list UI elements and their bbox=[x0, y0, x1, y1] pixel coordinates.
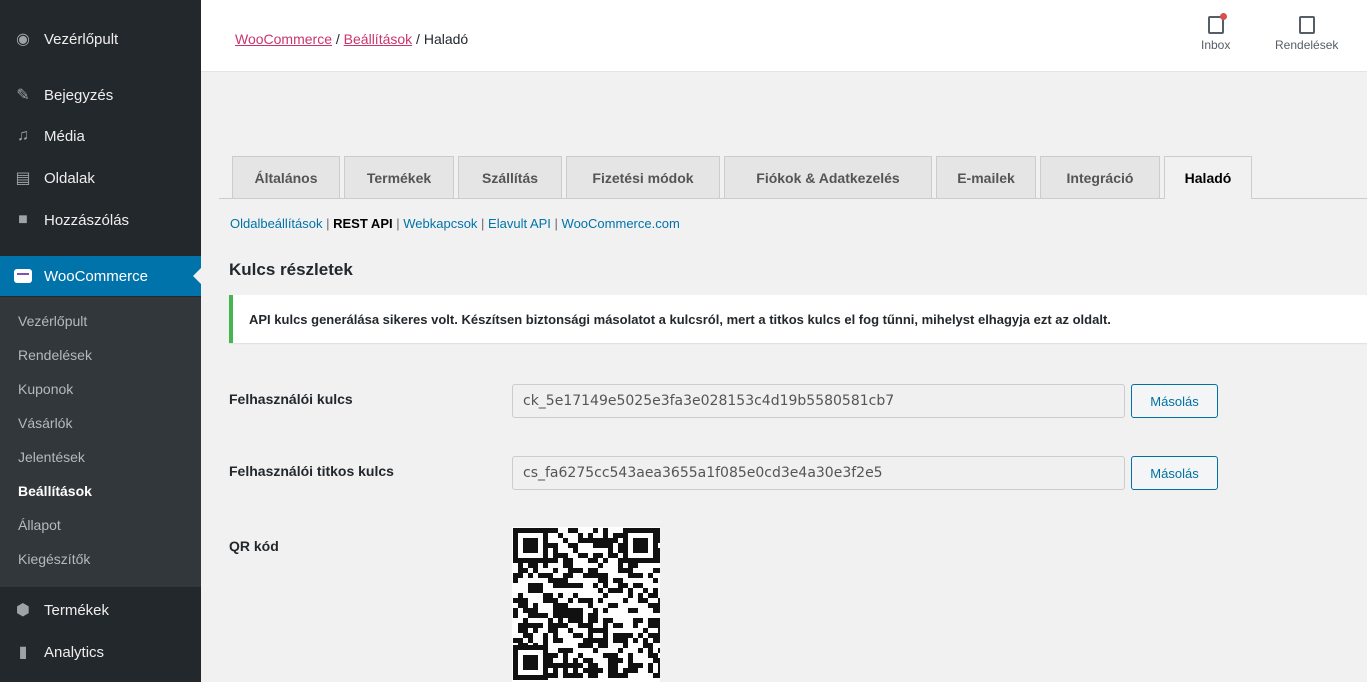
advanced-subnav: Oldalbeállítások | REST API | Webkapcsok… bbox=[230, 216, 680, 231]
pin-icon: ✎ bbox=[16, 87, 30, 104]
menu-item-comments[interactable]: ■ Hozzászólás bbox=[0, 200, 201, 240]
menu-item-analytics[interactable]: ▮ Analytics bbox=[0, 632, 201, 672]
tab-products[interactable]: Termékek bbox=[344, 156, 454, 198]
submenu-item-dashboard[interactable]: Vezérlőpult bbox=[18, 313, 87, 329]
menu-label: Hozzászólás bbox=[44, 211, 130, 229]
breadcrumb-woocommerce-link[interactable]: WooCommerce bbox=[235, 31, 332, 47]
subnav-page-setup[interactable]: Oldalbeállítások bbox=[230, 216, 323, 231]
analytics-icon: ▮ bbox=[18, 644, 28, 661]
success-notice: API kulcs generálása sikeres volt. Készí… bbox=[229, 295, 1367, 343]
comments-icon: ■ bbox=[18, 211, 28, 228]
subnav-rest-api[interactable]: REST API bbox=[333, 216, 392, 231]
submenu-item-status[interactable]: Állapot bbox=[18, 517, 61, 533]
submenu-item-settings[interactable]: Beállítások bbox=[18, 483, 92, 499]
menu-label: WooCommerce bbox=[44, 267, 148, 285]
breadcrumb-current: Haladó bbox=[423, 31, 469, 47]
qr-code-graphic bbox=[513, 528, 660, 680]
qr-code-image bbox=[512, 527, 660, 682]
tab-general[interactable]: Általános bbox=[232, 156, 340, 198]
notice-text: API kulcs generálása sikeres volt. Készí… bbox=[249, 311, 1111, 327]
top-header: WooCommerce / Beállítások / Haladó Inbox… bbox=[201, 0, 1367, 72]
breadcrumb-settings-link[interactable]: Beállítások bbox=[344, 31, 412, 47]
media-icon: ♫ bbox=[17, 127, 29, 144]
inbox-label: Inbox bbox=[1201, 38, 1231, 52]
menu-label: Analytics bbox=[44, 643, 105, 661]
submenu-item-customers[interactable]: Vásárlók bbox=[18, 415, 72, 431]
orders-icon bbox=[1298, 16, 1315, 34]
orders-button[interactable]: Rendelések bbox=[1275, 16, 1338, 52]
tab-integration[interactable]: Integráció bbox=[1040, 156, 1160, 198]
consumer-secret-field[interactable]: cs_fa6275cc543aea3655a1f085e0cd3e4a30e3f… bbox=[512, 456, 1125, 490]
menu-item-woocommerce[interactable]: WooCommerce bbox=[0, 256, 201, 296]
breadcrumb-separator: / bbox=[416, 31, 420, 47]
menu-item-products[interactable]: ⬢ Termékek bbox=[0, 590, 201, 630]
submenu-item-extensions[interactable]: Kiegészítők bbox=[18, 551, 90, 567]
products-icon: ⬢ bbox=[16, 602, 30, 619]
pages-icon: ▤ bbox=[15, 170, 31, 187]
consumer-secret-label: Felhasználói titkos kulcs bbox=[229, 463, 394, 479]
woocommerce-submenu: Vezérlőpult Rendelések Kuponok Vásárlók … bbox=[0, 297, 201, 587]
subnav-woocommerce-com[interactable]: WooCommerce.com bbox=[562, 216, 680, 231]
copy-consumer-secret-button[interactable]: Másolás bbox=[1131, 456, 1218, 490]
tab-accounts-privacy[interactable]: Fiókok & Adatkezelés bbox=[724, 156, 932, 198]
orders-label: Rendelések bbox=[1275, 38, 1339, 52]
menu-item-media[interactable]: ♫ Média bbox=[0, 116, 201, 156]
menu-item-dashboard[interactable]: ◉ Vezérlőpult bbox=[0, 19, 201, 59]
submenu-item-reports[interactable]: Jelentések bbox=[18, 449, 85, 465]
menu-item-posts[interactable]: ✎ Bejegyzés bbox=[0, 75, 201, 115]
menu-label: Termékek bbox=[44, 601, 110, 619]
copy-consumer-key-button[interactable]: Másolás bbox=[1131, 384, 1218, 418]
qr-code-label: QR kód bbox=[229, 538, 279, 554]
tab-shipping[interactable]: Szállítás bbox=[458, 156, 562, 198]
consumer-key-field[interactable]: ck_5e17149e5025e3fa3e028153c4d19b5580581… bbox=[512, 384, 1125, 418]
menu-label: Bejegyzés bbox=[44, 86, 114, 104]
consumer-key-label: Felhasználói kulcs bbox=[229, 391, 353, 407]
menu-label: Vezérlőpult bbox=[44, 30, 119, 48]
tab-payments[interactable]: Fizetési módok bbox=[566, 156, 720, 198]
menu-label: Média bbox=[44, 127, 85, 145]
tab-advanced[interactable]: Haladó bbox=[1164, 156, 1252, 199]
woocommerce-icon bbox=[14, 267, 32, 285]
submenu-item-orders[interactable]: Rendelések bbox=[18, 347, 92, 363]
menu-item-pages[interactable]: ▤ Oldalak bbox=[0, 158, 201, 198]
dashboard-icon: ◉ bbox=[16, 31, 30, 48]
subnav-legacy-api[interactable]: Elavult API bbox=[488, 216, 551, 231]
breadcrumb: WooCommerce / Beállítások / Haladó bbox=[235, 31, 468, 47]
tab-emails[interactable]: E-mailek bbox=[936, 156, 1036, 198]
inbox-icon bbox=[1207, 13, 1227, 34]
inbox-button[interactable]: Inbox bbox=[1201, 13, 1231, 52]
admin-sidebar: ◉ Vezérlőpult ✎ Bejegyzés ♫ Média ▤ Olda… bbox=[0, 0, 201, 682]
submenu-item-coupons[interactable]: Kuponok bbox=[18, 381, 73, 397]
breadcrumb-separator: / bbox=[335, 31, 340, 47]
section-title: Kulcs részletek bbox=[229, 260, 353, 279]
subnav-webhooks[interactable]: Webkapcsok bbox=[403, 216, 477, 231]
menu-label: Oldalak bbox=[44, 169, 95, 187]
